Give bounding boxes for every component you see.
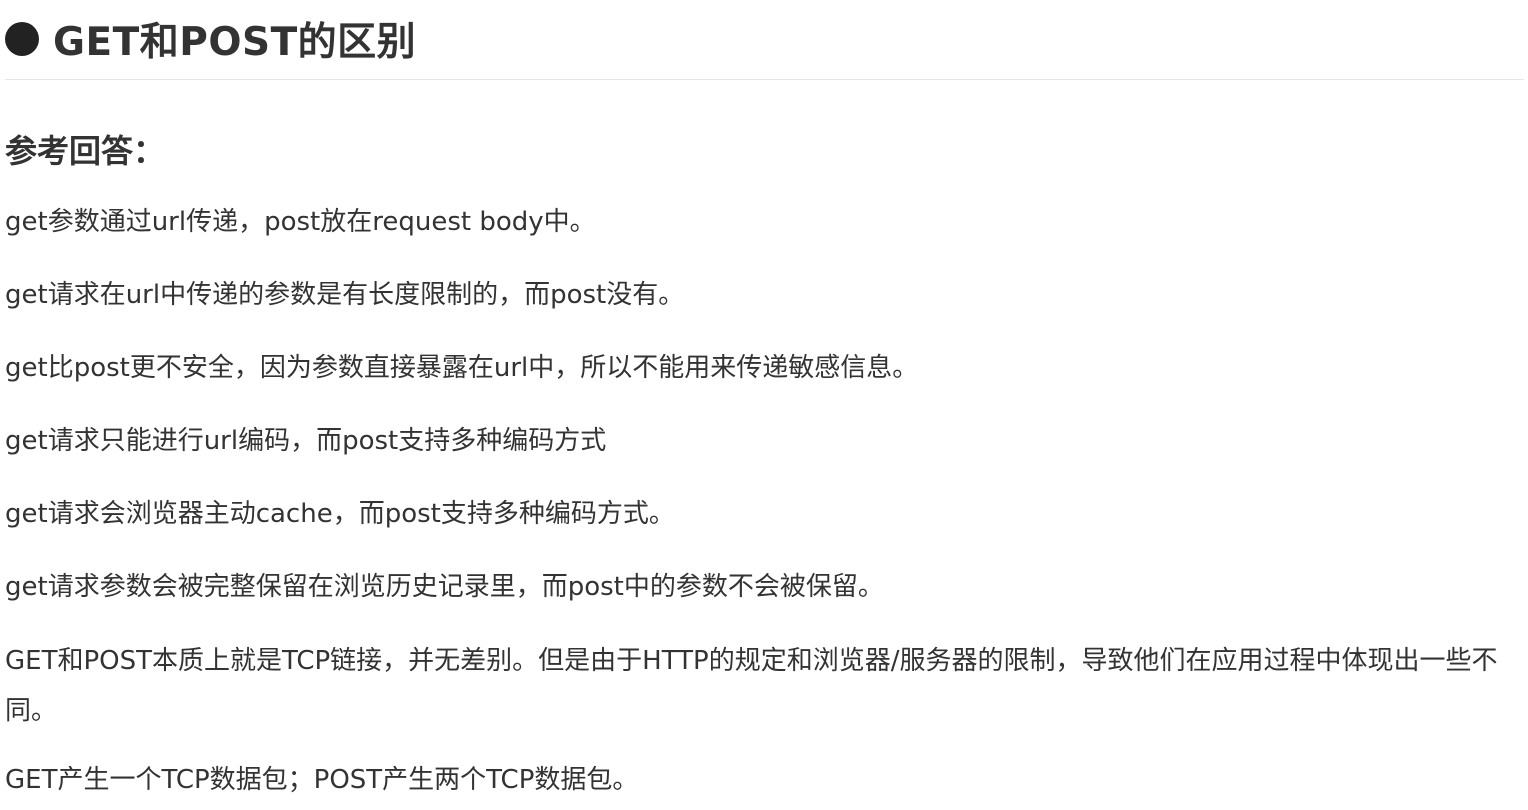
answer-paragraph: get比post更不安全，因为参数直接暴露在url中，所以不能用来传递敏感信息。 [5, 353, 919, 383]
answer-paragraph: get请求只能进行url编码，而post支持多种编码方式 [5, 426, 607, 456]
document-page: GET和POST的区别 参考回答： get参数通过url传递，post放在req… [0, 0, 1528, 810]
answer-paragraph: GET和POST本质上就是TCP链接，并无差别。但是由于HTTP的规定和浏览器/… [5, 646, 1498, 726]
answer-heading: 参考回答： [5, 132, 166, 170]
bullet-dot-icon [5, 21, 39, 56]
answer-list: get参数通过url传递，post放在request body中。 get请求在… [5, 198, 1524, 804]
answer-paragraph: get请求参数会被完整保留在浏览历史记录里，而post中的参数不会被保留。 [5, 572, 884, 602]
answer-paragraph: GET产生一个TCP数据包；POST产生两个TCP数据包。 [5, 765, 639, 795]
answer-paragraph: get请求在url中传递的参数是有长度限制的，而post没有。 [5, 280, 685, 310]
answer-paragraph: get请求会浏览器主动cache，而post支持多种编码方式。 [5, 499, 675, 529]
answer-paragraph: get参数通过url传递，post放在request body中。 [5, 207, 596, 237]
title-row: GET和POST的区别 [5, 0, 1524, 80]
page-title: GET和POST的区别 [53, 19, 417, 65]
